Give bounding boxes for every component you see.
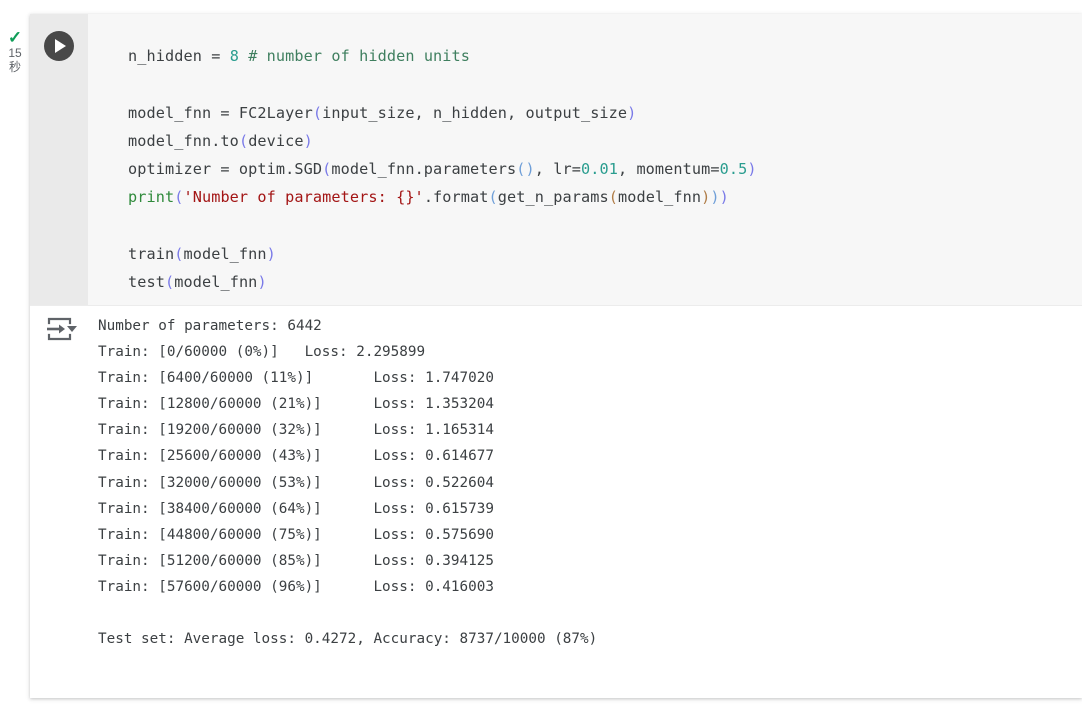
run-cell-button[interactable] <box>44 31 74 61</box>
code-token: test <box>128 273 165 292</box>
code-token: , momentum= <box>617 160 720 179</box>
code-token: () <box>516 160 535 179</box>
code-token: optimizer = optim.SGD <box>128 160 323 179</box>
code-token: 8 <box>229 47 239 65</box>
execution-status: ✓ 15 秒 <box>0 28 30 75</box>
check-icon: ✓ <box>7 28 23 47</box>
code-token: ) <box>747 160 757 179</box>
code-token: model_fnn <box>183 245 267 264</box>
code-token: # number of hidden units <box>248 47 471 65</box>
code-token: input_size, n_hidden, output_size <box>322 103 628 122</box>
code-token: ( <box>238 131 249 150</box>
code-token: 'Number of parameters: {}' <box>183 188 424 207</box>
code-token: model_fnn = FC2Layer <box>128 103 313 122</box>
code-token: model_fnn.parameters <box>331 160 517 179</box>
code-token: model_fnn <box>617 188 702 207</box>
code-token: ) <box>266 245 276 264</box>
code-token: n_hidden = <box>128 47 230 65</box>
code-source: n_hidden = 8 # number of hidden units mo… <box>128 42 1082 297</box>
code-token: ) <box>627 103 637 122</box>
code-token: model_fnn <box>174 273 258 292</box>
output-stream-text: Number of parameters: 6442 Train: [0/600… <box>98 318 598 648</box>
code-token: ( <box>164 273 175 292</box>
output-toggle-icon[interactable] <box>44 314 80 344</box>
notebook-cell-card: n_hidden = 8 # number of hidden units mo… <box>30 14 1082 698</box>
code-editor[interactable]: n_hidden = 8 # number of hidden units mo… <box>88 14 1082 305</box>
code-token: print <box>128 188 175 207</box>
code-token: 0.01 <box>580 160 618 179</box>
code-token: ) <box>303 131 313 150</box>
code-token: ( <box>488 188 498 207</box>
execution-elapsed-value: 15 <box>8 46 22 60</box>
code-token: get_n_params <box>497 188 609 207</box>
code-token: ) <box>710 188 720 207</box>
code-token: , lr= <box>534 160 581 179</box>
code-token: .format <box>423 188 489 207</box>
notebook-cell-root: ✓ 15 秒 n_hidden = 8 # number of hidden u… <box>0 0 1082 720</box>
code-token: ( <box>312 103 323 122</box>
execution-elapsed-unit: 秒 <box>8 59 21 74</box>
code-token: 0.5 <box>719 160 748 179</box>
code-token: ( <box>322 160 332 179</box>
output-area: Number of parameters: 6442 Train: [0/600… <box>88 306 1082 698</box>
code-token: ) <box>257 273 267 292</box>
code-token: ) <box>719 188 729 207</box>
output-cell: Number of parameters: 6442 Train: [0/600… <box>30 306 1082 698</box>
code-token: train <box>128 245 175 264</box>
code-token: model_fnn.to <box>128 131 239 150</box>
code-cell[interactable]: n_hidden = 8 # number of hidden units mo… <box>30 14 1082 306</box>
code-token: device <box>248 131 304 150</box>
code-token: ( <box>608 188 618 207</box>
